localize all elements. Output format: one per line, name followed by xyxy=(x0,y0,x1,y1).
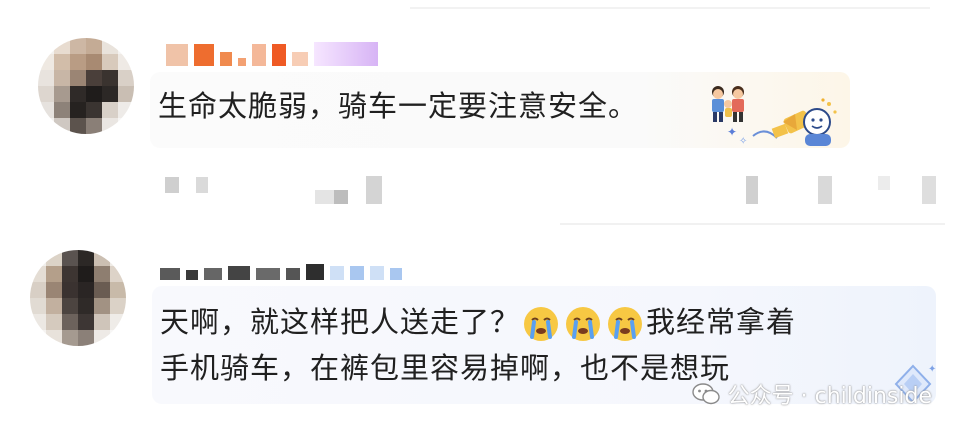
divider xyxy=(560,223,945,225)
svg-text:✦: ✦ xyxy=(928,364,936,375)
avatar[interactable] xyxy=(38,38,134,134)
comment-text-line-1: 天啊，就这样把人送走了？ 我经常拿着 xyxy=(160,300,796,344)
comment-thread: 生命太脆弱，骑车一定要注意安全。 ✦ ✧ 天啊，就这样把人送走了？ 我经常拿着 … xyxy=(0,0,960,434)
comment-text-part: 我经常拿着 xyxy=(646,305,797,339)
crying-face-icon xyxy=(524,307,559,341)
cheering-character-icon: ✦ ✧ xyxy=(725,96,840,151)
username-blurred[interactable] xyxy=(166,42,378,66)
watermark-text: 公众号 · childinside xyxy=(727,384,932,409)
comment-text: 生命太脆弱，骑车一定要注意安全。 xyxy=(158,89,639,123)
crying-face-icon xyxy=(566,307,601,341)
wechat-icon xyxy=(691,383,720,405)
svg-text:✧: ✧ xyxy=(739,136,747,147)
divider xyxy=(410,7,930,9)
crying-face-icon xyxy=(608,307,643,341)
watermark: 公众号 · childinside xyxy=(691,378,932,410)
svg-text:✦: ✦ xyxy=(727,125,737,139)
comment-text-line-2: 手机骑车，在裤包里容易掉啊，也不是想玩 xyxy=(160,351,731,385)
username-blurred[interactable] xyxy=(160,264,402,280)
avatar[interactable] xyxy=(30,250,126,346)
comment-text-part: 天啊，就这样把人送走了？ xyxy=(160,305,521,339)
